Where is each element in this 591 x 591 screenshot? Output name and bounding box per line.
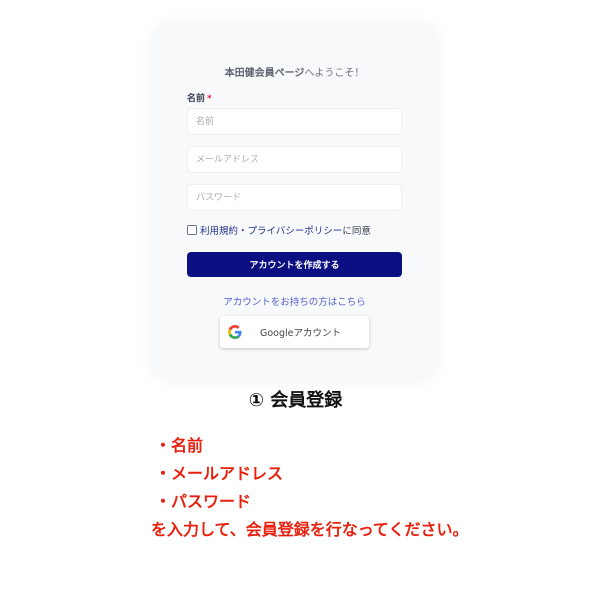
instruction-item-name: ・名前 xyxy=(155,436,204,455)
terms-suffix: に同意 xyxy=(342,226,371,237)
name-input[interactable] xyxy=(187,108,402,135)
welcome-suffix: へようこそ！ xyxy=(304,68,365,79)
terms-link[interactable]: 利用規約・プライバシーポリシー xyxy=(200,223,342,237)
instruction-item-password: ・パスワード xyxy=(155,492,252,511)
password-input[interactable] xyxy=(187,184,402,211)
instruction-footer: を入力して、会員登録を行なってください。 xyxy=(151,520,469,539)
create-account-button[interactable]: アカウントを作成する xyxy=(187,252,402,277)
name-label-text: 名前 xyxy=(187,94,206,104)
welcome-message: 本田健会員ページへようこそ！ xyxy=(153,64,436,79)
google-button-label: Googleアカウント xyxy=(259,328,341,339)
signup-card: 本田健会員ページへようこそ！ 名前* 利用規約・プライバシーポリシー に同意 ア… xyxy=(153,24,436,379)
name-label: 名前 * xyxy=(187,91,212,104)
instruction-item-email: ・メールアドレス xyxy=(155,464,284,483)
instructions: ・名前 ・メールアドレス ・パスワード を入力して、会員登録を行なってください。 xyxy=(151,432,468,544)
google-g-icon xyxy=(228,325,242,339)
step-title: ① 会員登録 xyxy=(248,390,343,411)
terms-row: 利用規約・プライバシーポリシー に同意 xyxy=(187,223,371,237)
email-input[interactable] xyxy=(187,146,402,173)
required-mark: * xyxy=(207,94,212,104)
terms-checkbox[interactable] xyxy=(187,225,197,235)
welcome-brand: 本田健会員ページ xyxy=(224,68,305,79)
google-signin-button[interactable]: Googleアカウント xyxy=(220,316,369,348)
login-link[interactable]: アカウントをお持ちの方はこちら xyxy=(153,294,436,308)
